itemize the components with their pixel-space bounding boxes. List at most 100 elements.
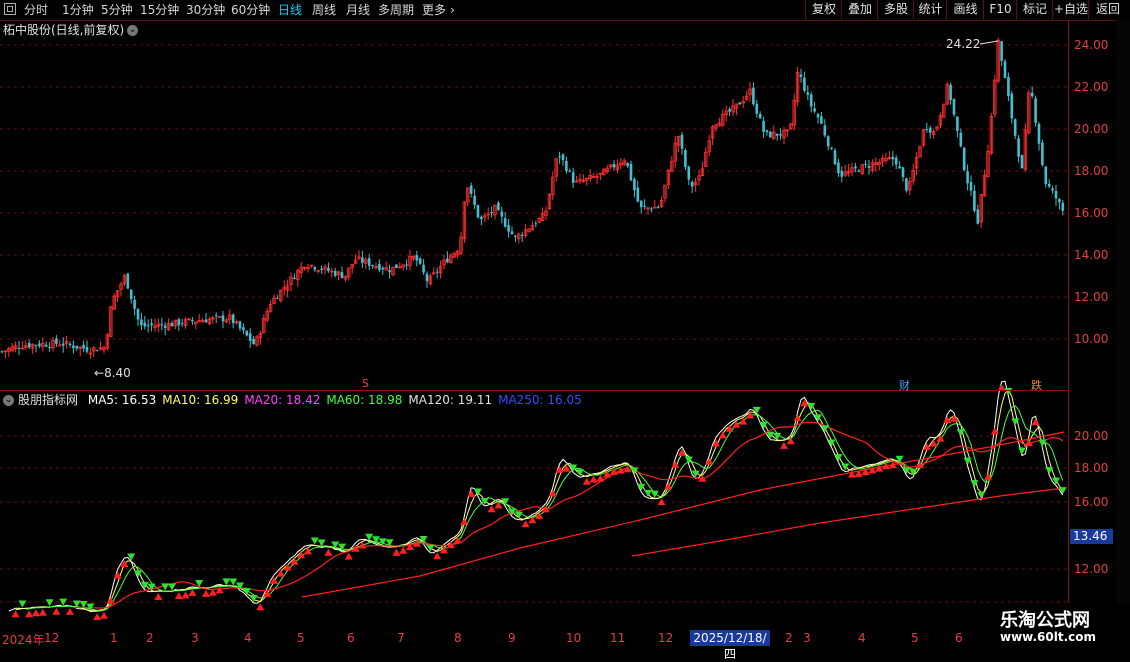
cursor-date-badge: 2025/12/18/四 <box>690 630 770 661</box>
up-arrow <box>732 420 741 428</box>
toolbar-button-4[interactable]: 画线 <box>946 0 984 19</box>
period-tab-3[interactable]: 15分钟 <box>140 1 179 19</box>
period-tab-5[interactable]: 60分钟 <box>231 1 270 19</box>
candle-body <box>898 166 901 169</box>
period-tab-6[interactable]: 日线 <box>278 1 302 19</box>
ma10-line <box>15 389 1064 612</box>
candle-body <box>1007 77 1010 97</box>
ma-values: MA5: 16.53 MA10: 16.99 MA20: 18.42 MA60: 18… <box>88 393 588 407</box>
candle-body <box>1010 93 1014 119</box>
x-tick: 12 <box>658 631 674 645</box>
event-marker-0[interactable]: S <box>362 377 369 390</box>
x-tick: 9 <box>508 631 516 645</box>
up-arrow <box>1031 418 1040 426</box>
toolbar-button-5[interactable]: F10 <box>983 0 1017 19</box>
toolbar-button-6[interactable]: 标记 <box>1016 0 1053 19</box>
chevron-right-icon[interactable]: › <box>450 1 455 19</box>
period-tab-7[interactable]: 周线 <box>312 1 336 19</box>
period-tab-10[interactable]: 更多 <box>422 1 446 19</box>
period-tab-4[interactable]: 30分钟 <box>186 1 225 19</box>
candle-body <box>826 136 830 147</box>
candle-body <box>68 343 72 345</box>
indicator-y-tick: 16.00 <box>1074 495 1109 509</box>
max-price-label: 24.22 <box>946 37 981 51</box>
candle-body <box>687 166 691 180</box>
watermark-url: www.60lt.com <box>1000 630 1097 644</box>
right-scroll-strip[interactable] <box>1116 20 1130 630</box>
candle-body <box>568 170 572 172</box>
candle-body <box>340 272 344 278</box>
candle-body <box>636 187 640 202</box>
candle-body <box>248 333 252 341</box>
x-tick: 5 <box>911 631 919 645</box>
candle-body <box>534 223 538 225</box>
period-tab-1[interactable]: 1分钟 <box>62 1 94 19</box>
up-arrow <box>589 475 598 483</box>
toolbar-button-3[interactable]: 统计 <box>913 0 947 19</box>
kline-chart[interactable] <box>0 20 1068 630</box>
period-tab-0[interactable]: 分时 <box>24 1 48 19</box>
period-tab-8[interactable]: 月线 <box>346 1 370 19</box>
toolbar-button-1[interactable]: 叠加 <box>841 0 878 19</box>
candle-body <box>639 200 643 208</box>
ma-value-4: MA120: 19.11 <box>408 393 493 407</box>
toolbar-button-2[interactable]: 多股 <box>877 0 914 19</box>
x-tick: 12 <box>44 631 60 645</box>
chevron-down-icon[interactable]: ⌄ <box>3 395 14 406</box>
period-tab-9[interactable]: 多周期 <box>378 1 414 19</box>
x-tick: 1 <box>110 631 118 645</box>
x-tick: 6 <box>347 631 355 645</box>
up-arrow <box>93 613 102 621</box>
window-icon[interactable] <box>4 3 16 15</box>
candle-body <box>480 216 483 220</box>
candle-body <box>140 319 143 326</box>
candle-body <box>245 330 249 336</box>
candle-body <box>95 350 99 352</box>
candle-body <box>813 108 816 112</box>
candle-body <box>949 84 952 100</box>
candle-body <box>371 265 374 267</box>
watermark-title: 乐淘公式网 <box>1000 610 1090 631</box>
toolbar-button-8[interactable]: 返回 <box>1088 0 1127 19</box>
period-tab-2[interactable]: 5分钟 <box>101 1 133 19</box>
candle-body <box>126 273 130 289</box>
candle-body <box>854 166 857 169</box>
toolbar-button-7[interactable]: +自选 <box>1052 0 1089 19</box>
candle-body <box>633 179 636 191</box>
up-arrow <box>467 489 476 497</box>
candle-body <box>38 343 41 347</box>
candle-body <box>231 314 235 324</box>
candle-body <box>629 163 633 181</box>
candle-body <box>242 327 245 331</box>
candle-body <box>690 182 694 187</box>
down-arrow <box>1004 387 1013 395</box>
candle-body <box>180 323 184 325</box>
candle-body <box>361 257 364 263</box>
candle-body <box>378 263 381 271</box>
candle-body <box>276 298 279 300</box>
candle-body <box>177 319 181 326</box>
candle-body <box>72 345 75 349</box>
candle-body <box>388 270 391 273</box>
up-arrow <box>582 477 591 485</box>
candle-body <box>1044 166 1048 184</box>
event-marker-1[interactable]: 财 <box>899 377 910 393</box>
down-arrow <box>1018 447 1026 455</box>
min-price-label: ←8.40 <box>94 366 131 380</box>
toolbar-button-0[interactable]: 复权 <box>805 0 842 19</box>
candle-body <box>1051 188 1054 191</box>
ma-legend[interactable]: ⌄ 股朋指标网 MA5: 16.53 MA10: 16.99 MA20: 18.42 M… <box>0 392 594 408</box>
candle-body <box>976 209 980 224</box>
candle-body <box>809 94 813 107</box>
x-tick: 3 <box>803 631 811 645</box>
up-arrow <box>433 552 442 560</box>
candle-body <box>55 338 58 344</box>
up-arrow <box>705 457 714 465</box>
down-arrow <box>385 539 394 547</box>
candle-body <box>973 190 976 211</box>
candle-body <box>143 322 147 327</box>
candle-body <box>163 325 167 328</box>
indicator-name[interactable]: 股朋指标网 <box>18 393 78 407</box>
candle-body <box>775 133 779 136</box>
event-marker-2[interactable]: 跌 <box>1031 377 1042 393</box>
